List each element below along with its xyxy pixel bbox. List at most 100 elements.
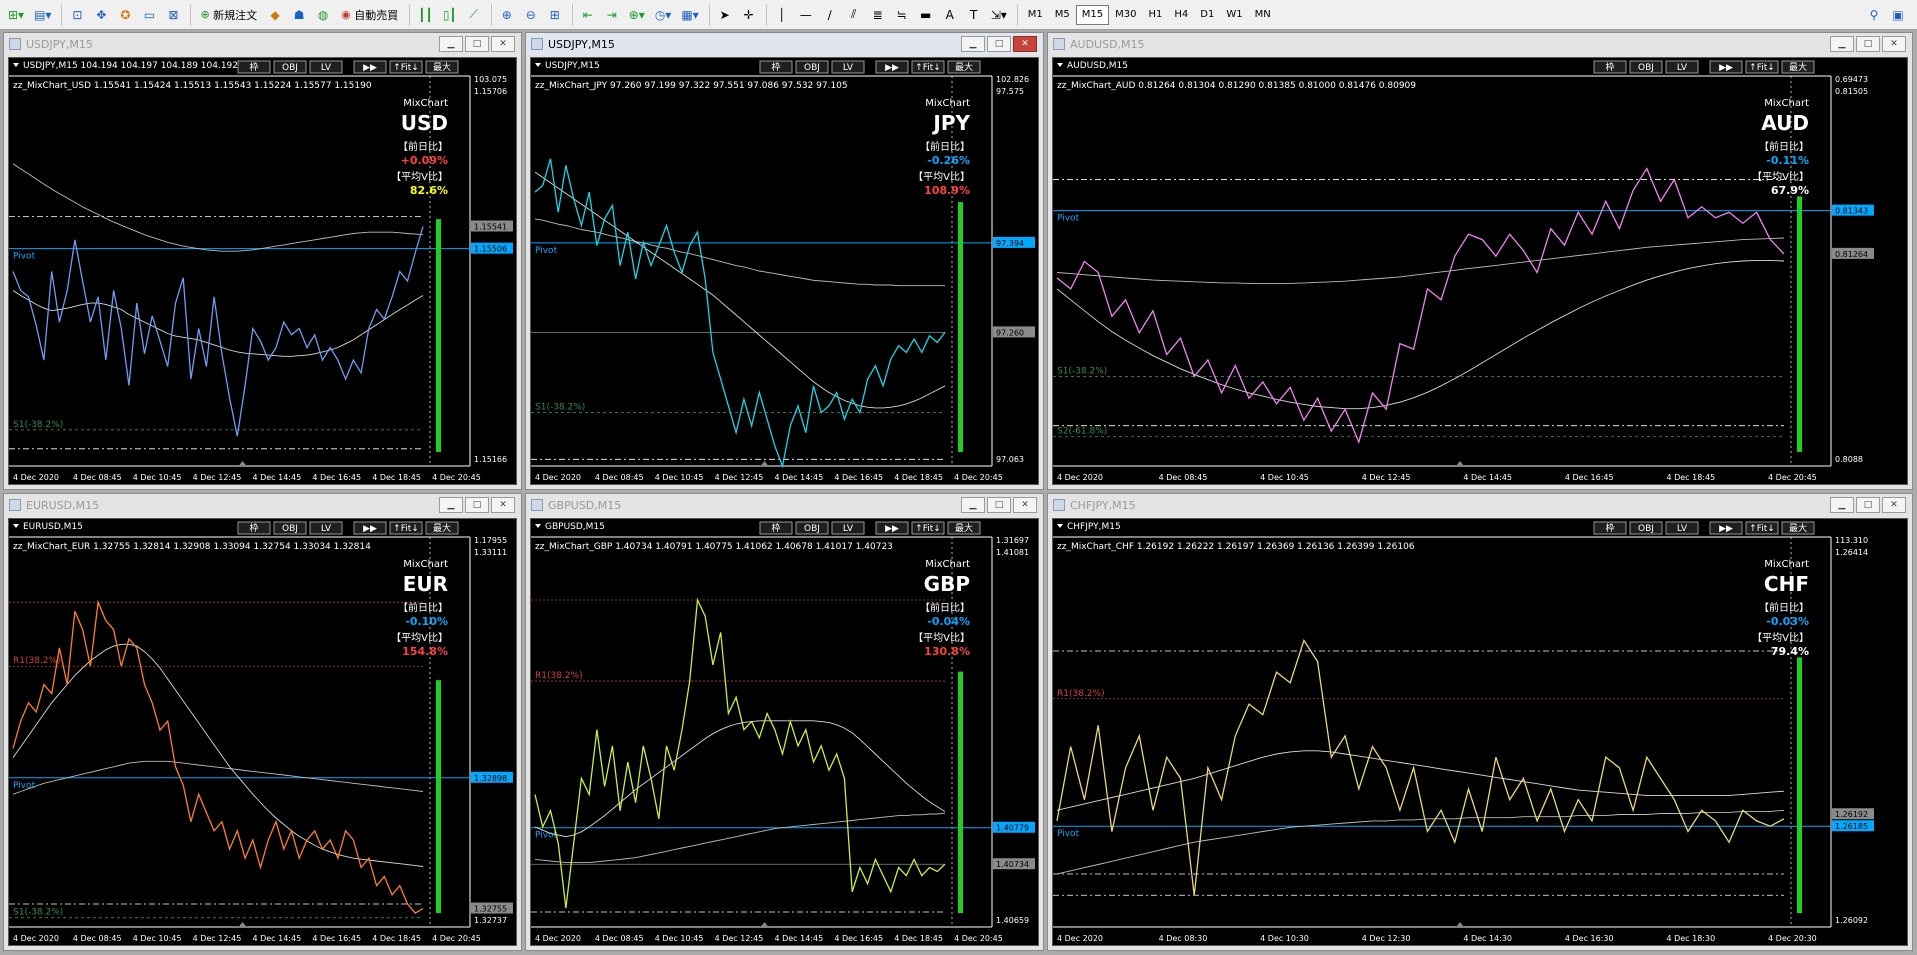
maximize-icon[interactable]: □ bbox=[987, 36, 1011, 52]
maximize-icon[interactable]: □ bbox=[465, 36, 489, 52]
navigator-icon[interactable]: ✪ bbox=[114, 4, 136, 26]
chart-button-4[interactable]: ↑Fit↓ bbox=[1745, 521, 1779, 535]
chart-button-1[interactable]: OBJ bbox=[273, 60, 307, 74]
bar-chart-icon[interactable]: ┃┃ bbox=[414, 4, 436, 26]
chart-button-3[interactable]: ▶▶ bbox=[1709, 60, 1743, 74]
chart-menu-arrow[interactable] bbox=[13, 63, 19, 67]
chart-menu-arrow[interactable] bbox=[1057, 63, 1063, 67]
minimize-icon[interactable]: ▁ bbox=[439, 497, 463, 513]
chart-button-1[interactable]: OBJ bbox=[273, 521, 307, 535]
minimize-icon[interactable]: ▁ bbox=[439, 36, 463, 52]
chart-area[interactable]: USDJPY,M15 104.194 104.197 104.189 104.1… bbox=[8, 57, 517, 485]
timeframe-m5[interactable]: M5 bbox=[1049, 5, 1076, 25]
scroll-marker-icon[interactable] bbox=[760, 461, 769, 466]
close-icon[interactable]: ✕ bbox=[491, 497, 515, 513]
timeframe-h1[interactable]: H1 bbox=[1142, 5, 1168, 25]
maximize-icon[interactable]: □ bbox=[987, 497, 1011, 513]
chart-window-usdjpy-1[interactable]: USDJPY,M15 ▁ □ ✕ USDJPY,M15 104.194 104.197 … bbox=[3, 32, 522, 490]
timeframe-d1[interactable]: D1 bbox=[1194, 5, 1220, 25]
chart-window-eurusd[interactable]: EURUSD,M15 ▁ □ ✕ EURUSD,M15 zz_MixChart_EUR 1… bbox=[3, 493, 522, 951]
minimize-icon[interactable]: ▁ bbox=[1830, 497, 1854, 513]
chart-button-0[interactable]: 枠 bbox=[1593, 521, 1627, 535]
chart-button-1[interactable]: OBJ bbox=[795, 521, 829, 535]
chart-shift-icon[interactable]: ⇥ bbox=[601, 4, 623, 26]
equidistant-channel-icon[interactable]: ⫽ bbox=[843, 4, 865, 26]
chart-button-5[interactable]: 最大 bbox=[947, 521, 981, 535]
vertical-line-icon[interactable]: │ bbox=[771, 4, 793, 26]
chart-button-5[interactable]: 最大 bbox=[947, 60, 981, 74]
chart-button-2[interactable]: LV bbox=[1665, 521, 1699, 535]
close-icon[interactable]: ✕ bbox=[1882, 497, 1906, 513]
auto-trading-button[interactable]: ◉ 自動売買 bbox=[336, 4, 403, 26]
chart-area[interactable]: CHFJPY,M15 zz_MixChart_CHF 1.26192 1.2622… bbox=[1052, 518, 1908, 946]
scroll-marker-icon[interactable] bbox=[760, 922, 769, 927]
maximize-icon[interactable]: □ bbox=[465, 497, 489, 513]
chart-button-0[interactable]: 枠 bbox=[759, 60, 793, 74]
scroll-marker-icon[interactable] bbox=[238, 461, 247, 466]
maximize-icon[interactable]: □ bbox=[1856, 497, 1880, 513]
chart-button-2[interactable]: LV bbox=[831, 521, 865, 535]
minimize-icon[interactable]: ▁ bbox=[961, 36, 985, 52]
chart-button-4[interactable]: ↑Fit↓ bbox=[911, 521, 945, 535]
arrows-icon[interactable]: ⇲▾ bbox=[987, 4, 1011, 26]
chart-button-1[interactable]: OBJ bbox=[795, 60, 829, 74]
timeframe-m15[interactable]: M15 bbox=[1075, 4, 1110, 25]
price-chart[interactable]: USDJPY,M15 104.194 104.197 104.189 104.1… bbox=[9, 58, 517, 485]
data-window-icon[interactable]: ✥ bbox=[90, 4, 112, 26]
chart-window-chfjpy[interactable]: CHFJPY,M15 ▁ □ ✕ CHFJPY,M15 zz_MixChart_CHF 1… bbox=[1047, 493, 1913, 951]
chart-window-usdjpy-2[interactable]: USDJPY,M15 ▁ □ ✕ USDJPY,M15 zz_MixChart_JPY 9… bbox=[525, 32, 1044, 490]
close-icon[interactable]: ✕ bbox=[1013, 36, 1037, 52]
timeframe-w1[interactable]: W1 bbox=[1220, 5, 1248, 25]
metaeditor-icon[interactable]: ◆ bbox=[264, 4, 286, 26]
indicators-icon[interactable]: ⊕▾ bbox=[625, 4, 649, 26]
scroll-marker-icon[interactable] bbox=[1456, 461, 1464, 466]
chart-button-5[interactable]: 最大 bbox=[425, 60, 459, 74]
text-icon[interactable]: A bbox=[939, 4, 961, 26]
chart-menu-arrow[interactable] bbox=[1057, 524, 1063, 528]
chart-menu-arrow[interactable] bbox=[535, 524, 541, 528]
chart-button-4[interactable]: ↑Fit↓ bbox=[911, 60, 945, 74]
chat-icon[interactable]: ▣ bbox=[1887, 4, 1909, 26]
signals-icon[interactable]: ☗ bbox=[288, 4, 310, 26]
chart-button-2[interactable]: LV bbox=[309, 60, 343, 74]
strategy-tester-icon[interactable]: ⊠ bbox=[162, 4, 184, 26]
chart-button-5[interactable]: 最大 bbox=[1781, 521, 1815, 535]
price-chart[interactable]: GBPUSD,M15 zz_MixChart_GBP 1.40734 1.4079… bbox=[531, 519, 1039, 946]
chart-button-0[interactable]: 枠 bbox=[237, 60, 271, 74]
chart-menu-arrow[interactable] bbox=[13, 524, 19, 528]
chart-area[interactable]: USDJPY,M15 zz_MixChart_JPY 97.260 97.199 … bbox=[530, 57, 1039, 485]
text-label-icon[interactable]: T bbox=[963, 4, 985, 26]
scroll-marker-icon[interactable] bbox=[238, 922, 247, 927]
window-titlebar[interactable]: USDJPY,M15 ▁ □ ✕ bbox=[4, 33, 521, 55]
periods-icon[interactable]: ◷▾ bbox=[651, 4, 676, 26]
profiles-icon[interactable]: ▤▾ bbox=[30, 4, 55, 26]
minimize-icon[interactable]: ▁ bbox=[1830, 36, 1854, 52]
chart-button-2[interactable]: LV bbox=[1665, 60, 1699, 74]
chart-area[interactable]: GBPUSD,M15 zz_MixChart_GBP 1.40734 1.4079… bbox=[530, 518, 1039, 946]
chart-button-4[interactable]: ↑Fit↓ bbox=[1745, 60, 1779, 74]
crosshair-icon[interactable]: ✛ bbox=[738, 4, 760, 26]
chart-window-audusd[interactable]: AUDUSD,M15 ▁ □ ✕ AUDUSD,M15 zz_MixChart_AUD 0… bbox=[1047, 32, 1913, 490]
chart-button-4[interactable]: ↑Fit↓ bbox=[389, 521, 423, 535]
templates-icon[interactable]: ▦▾ bbox=[677, 4, 702, 26]
search-icon[interactable]: ⚲ bbox=[1863, 4, 1885, 26]
chart-button-0[interactable]: 枠 bbox=[759, 521, 793, 535]
timeframe-m1[interactable]: M1 bbox=[1022, 5, 1049, 25]
timeframe-mn[interactable]: MN bbox=[1249, 5, 1277, 25]
close-icon[interactable]: ✕ bbox=[491, 36, 515, 52]
chart-window-gbpusd[interactable]: GBPUSD,M15 ▁ □ ✕ GBPUSD,M15 zz_MixChart_GBP 1… bbox=[525, 493, 1044, 951]
minimize-icon[interactable]: ▁ bbox=[961, 497, 985, 513]
chart-button-1[interactable]: OBJ bbox=[1629, 521, 1663, 535]
price-chart[interactable]: USDJPY,M15 zz_MixChart_JPY 97.260 97.199 … bbox=[531, 58, 1039, 485]
chart-button-5[interactable]: 最大 bbox=[1781, 60, 1815, 74]
chart-button-3[interactable]: ▶▶ bbox=[353, 60, 387, 74]
price-chart[interactable]: AUDUSD,M15 zz_MixChart_AUD 0.81264 0.8130… bbox=[1053, 58, 1908, 485]
close-icon[interactable]: ✕ bbox=[1013, 497, 1037, 513]
chart-button-4[interactable]: ↑Fit↓ bbox=[389, 60, 423, 74]
price-chart[interactable]: CHFJPY,M15 zz_MixChart_CHF 1.26192 1.2622… bbox=[1053, 519, 1908, 946]
chart-button-0[interactable]: 枠 bbox=[1593, 60, 1627, 74]
chart-area[interactable]: EURUSD,M15 zz_MixChart_EUR 1.32755 1.3281… bbox=[8, 518, 517, 946]
window-titlebar[interactable]: CHFJPY,M15 ▁ □ ✕ bbox=[1048, 494, 1912, 516]
tile-windows-icon[interactable]: ⊞ bbox=[544, 4, 566, 26]
timeframe-h4[interactable]: H4 bbox=[1168, 5, 1194, 25]
